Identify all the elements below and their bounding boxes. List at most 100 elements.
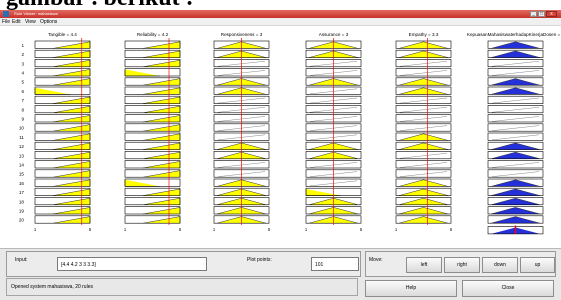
input-vector-field[interactable]: [4.4 4.2 3 3 3.3] (57, 257, 207, 271)
axis-min-label: 1 (305, 227, 308, 232)
output-membership-fill (491, 179, 540, 187)
membership-fill (399, 133, 448, 141)
move-label: Move: (369, 257, 383, 263)
help-button[interactable]: Help (365, 280, 457, 297)
membership-line (399, 171, 448, 177)
axis-max-label: 5 (360, 227, 363, 232)
membership-fill (399, 51, 448, 58)
column-title-5: Empathy = 3.3 (409, 32, 439, 37)
rule-number: 8 (21, 107, 24, 112)
membership-fill (399, 41, 448, 49)
caption-text: gambar . berikut : (6, 0, 194, 10)
axis-min-label: 1 (213, 227, 216, 232)
membership-fill (125, 179, 160, 187)
membership-line (491, 162, 540, 168)
rule-number: 10 (19, 126, 25, 131)
rule-number: 16 (19, 181, 25, 186)
matlab-app-icon (3, 11, 9, 17)
membership-line (491, 134, 540, 141)
membership-line (491, 97, 540, 104)
menu-edit[interactable]: Edit (12, 18, 21, 26)
axis-max-label: 5 (450, 227, 453, 232)
move-panel: Move: left right down up (365, 251, 556, 277)
membership-line (491, 125, 540, 131)
input-panel: Input: [4.4 4.2 3 3 3.3] Plot points: 10… (6, 251, 361, 277)
rule-number: 2 (21, 52, 24, 57)
rule-number: 20 (19, 218, 25, 223)
menu-options[interactable]: Options (40, 18, 57, 26)
membership-fill (399, 78, 448, 86)
axis-min-label: 1 (124, 227, 127, 232)
bottom-control-panel: Input: [4.4 4.2 3 3 3.3] Plot points: 10… (0, 248, 561, 300)
axis-max-label: 5 (179, 227, 182, 232)
status-text: Opened system mahasiswa, 20 rules (11, 284, 93, 290)
rule-number: 7 (21, 98, 24, 103)
axis-max-label: 5 (268, 227, 271, 232)
move-up-button[interactable]: up (520, 257, 555, 273)
window-title: Rule Viewer: mahasiswa (14, 11, 58, 16)
plot-points-label: Plot points: (247, 257, 272, 263)
close-window-button[interactable]: x (546, 11, 557, 17)
menu-view[interactable]: View (25, 18, 36, 26)
membership-line (399, 61, 448, 67)
rule-number: 14 (19, 163, 25, 168)
rule-number: 1 (21, 43, 24, 48)
membership-line (399, 107, 448, 113)
rule-plot-area: Tangible = 4.4 Reliability = 4.2 Responsiv… (0, 26, 561, 248)
membership-fill (399, 179, 448, 187)
output-membership-fill (491, 207, 540, 214)
membership-fill (399, 189, 448, 196)
move-down-button[interactable]: down (482, 257, 518, 273)
rule-number: 18 (19, 199, 25, 204)
membership-line (399, 125, 448, 131)
rule-number: 13 (19, 153, 25, 158)
output-membership-fill (491, 198, 540, 205)
menu-bar: File Edit View Options (0, 18, 561, 26)
output-membership-fill (491, 51, 540, 58)
column-title-6: KepuasanMahasiswaterhadapKinerjaDosen = … (467, 32, 561, 37)
axis-min-label: 1 (34, 227, 37, 232)
rule-number: 12 (19, 144, 25, 149)
input-label: Input: (15, 257, 28, 263)
axis-max-label: 5 (89, 227, 92, 232)
rule-number: 4 (21, 71, 24, 76)
rule-number: 9 (21, 117, 24, 122)
plot-points-field[interactable]: 101 (311, 257, 359, 271)
membership-line (491, 171, 540, 177)
menu-file[interactable]: File (2, 18, 10, 26)
move-right-button[interactable]: right (444, 257, 480, 273)
membership-fill (399, 207, 448, 214)
rule-number: 5 (21, 80, 24, 85)
maximize-button[interactable]: □ (538, 11, 545, 17)
membership-line (491, 70, 540, 76)
output-membership-fill (491, 78, 540, 86)
minimize-button[interactable]: _ (530, 11, 537, 17)
rule-number: 15 (19, 172, 25, 177)
membership-line (399, 153, 448, 159)
membership-fill (306, 189, 341, 196)
rule-number: 6 (21, 89, 24, 94)
column-title-2: Reliability = 4.2 (137, 32, 169, 37)
membership-line (399, 70, 448, 76)
membership-fill (399, 87, 448, 95)
axis-min-label: 1 (395, 227, 398, 232)
membership-line (399, 162, 448, 168)
membership-line (399, 97, 448, 104)
rule-number: 11 (19, 135, 24, 140)
membership-line (491, 61, 540, 67)
output-membership-fill (491, 87, 540, 95)
close-button[interactable]: Close (462, 280, 554, 297)
rule-number: 3 (21, 61, 24, 66)
output-membership-fill (491, 216, 540, 224)
rule-number: 17 (19, 190, 25, 195)
membership-fill (35, 87, 70, 95)
window-titlebar: Rule Viewer: mahasiswa _ □ x (0, 10, 561, 18)
membership-line (491, 107, 540, 113)
move-left-button[interactable]: left (406, 257, 442, 273)
membership-line (491, 116, 540, 122)
output-membership-fill (491, 152, 540, 159)
status-bar: Opened system mahasiswa, 20 rules (6, 278, 358, 296)
output-membership-fill (491, 41, 540, 49)
column-title-3: Responsiveness = 3 (221, 32, 263, 37)
rule-number: 19 (19, 209, 25, 214)
